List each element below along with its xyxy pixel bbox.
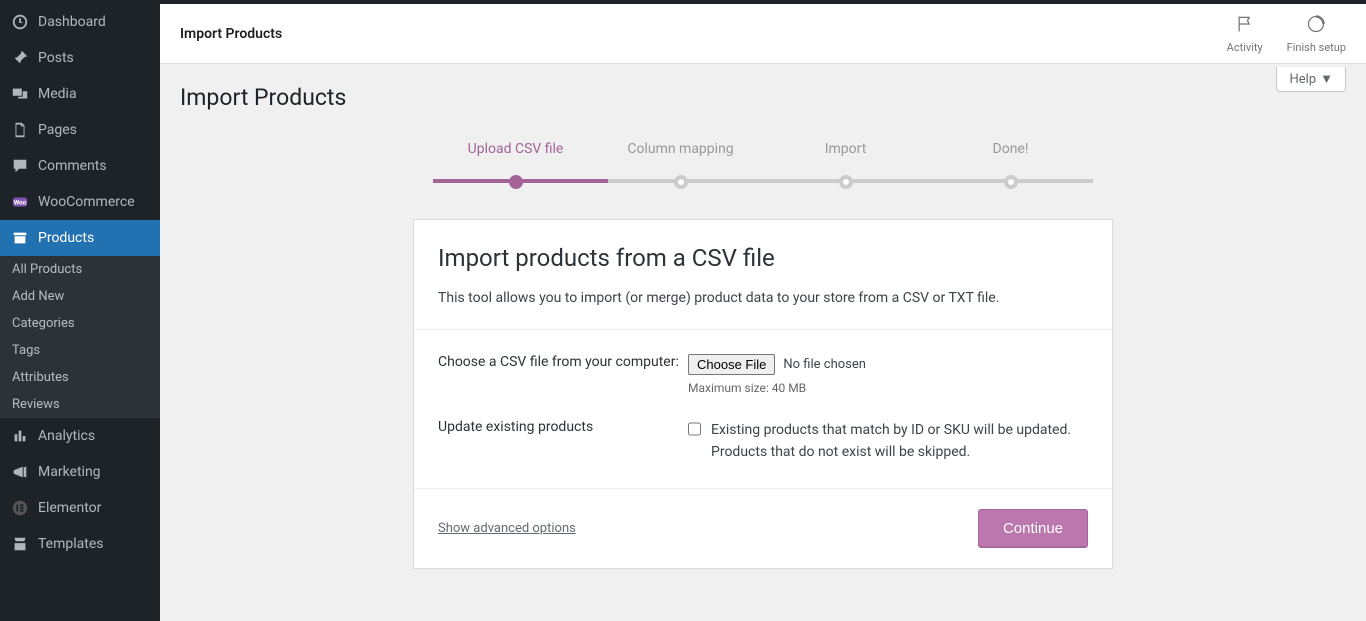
sidebar-label: Pages bbox=[38, 122, 77, 138]
flag-icon bbox=[1235, 14, 1255, 37]
media-icon bbox=[10, 84, 30, 104]
sidebar-item-comments[interactable]: Comments bbox=[0, 148, 160, 184]
card-description: This tool allows you to import (or merge… bbox=[438, 288, 1088, 309]
chart-icon bbox=[10, 426, 30, 446]
sidebar-label: Comments bbox=[38, 158, 107, 174]
finish-setup-button[interactable]: Finish setup bbox=[1287, 14, 1346, 54]
sidebar-label: Products bbox=[38, 230, 94, 246]
sidebar-item-woocommerce[interactable]: Woo WooCommerce bbox=[0, 184, 160, 220]
wc-header-title: Import Products bbox=[180, 26, 282, 42]
help-label: Help bbox=[1289, 72, 1316, 87]
sub-categories[interactable]: Categories bbox=[0, 310, 160, 337]
archive-icon bbox=[10, 228, 30, 248]
sidebar-item-templates[interactable]: Templates bbox=[0, 526, 160, 562]
step-dot-icon bbox=[1004, 175, 1018, 189]
sidebar-item-marketing[interactable]: Marketing bbox=[0, 454, 160, 490]
wc-header: Import Products Activity Finish setup bbox=[160, 4, 1366, 64]
chevron-down-icon: ▼ bbox=[1320, 71, 1333, 87]
sidebar-label: Dashboard bbox=[38, 14, 106, 30]
continue-button[interactable]: Continue bbox=[978, 509, 1088, 548]
step-dot-icon bbox=[674, 175, 688, 189]
choose-file-button[interactable]: Choose File bbox=[688, 354, 775, 375]
templates-icon bbox=[10, 534, 30, 554]
page-title: Import Products bbox=[160, 64, 1366, 121]
step-upload: Upload CSV file bbox=[433, 141, 598, 189]
help-tab[interactable]: Help ▼ bbox=[1276, 67, 1346, 92]
sub-attributes[interactable]: Attributes bbox=[0, 364, 160, 391]
file-status: No file chosen bbox=[783, 357, 866, 372]
sidebar-label: Media bbox=[38, 86, 77, 102]
admin-sidebar: Dashboard Posts Media Pages Comments Woo… bbox=[0, 4, 160, 621]
update-existing-checkbox[interactable] bbox=[688, 421, 701, 437]
step-dot-icon bbox=[839, 175, 853, 189]
svg-text:Woo: Woo bbox=[14, 199, 27, 207]
file-label: Choose a CSV file from your computer: bbox=[438, 354, 688, 395]
main-content: Import Products Activity Finish setup He… bbox=[160, 4, 1366, 621]
sidebar-item-analytics[interactable]: Analytics bbox=[0, 418, 160, 454]
sidebar-item-pages[interactable]: Pages bbox=[0, 112, 160, 148]
sub-reviews[interactable]: Reviews bbox=[0, 391, 160, 418]
step-dot-icon bbox=[509, 175, 523, 189]
card-title: Import products from a CSV file bbox=[438, 244, 1088, 272]
step-label: Upload CSV file bbox=[433, 141, 598, 157]
sidebar-item-dashboard[interactable]: Dashboard bbox=[0, 4, 160, 40]
elementor-icon bbox=[10, 498, 30, 518]
woo-icon: Woo bbox=[10, 192, 30, 212]
step-label: Done! bbox=[928, 141, 1093, 157]
wizard-steps: Upload CSV file Column mapping Import Do… bbox=[413, 141, 1113, 219]
sub-tags[interactable]: Tags bbox=[0, 337, 160, 364]
comment-icon bbox=[10, 156, 30, 176]
megaphone-icon bbox=[10, 462, 30, 482]
sidebar-label: Templates bbox=[38, 536, 104, 552]
max-size-hint: Maximum size: 40 MB bbox=[688, 381, 1088, 395]
pin-icon bbox=[10, 48, 30, 68]
update-label: Update existing products bbox=[438, 419, 688, 464]
sidebar-label: WooCommerce bbox=[38, 194, 135, 210]
sidebar-item-products[interactable]: Products bbox=[0, 220, 160, 256]
sidebar-item-posts[interactable]: Posts bbox=[0, 40, 160, 76]
activity-button[interactable]: Activity bbox=[1227, 14, 1263, 54]
sub-all-products[interactable]: All Products bbox=[0, 256, 160, 283]
import-wizard: Upload CSV file Column mapping Import Do… bbox=[413, 141, 1113, 569]
sidebar-label: Elementor bbox=[38, 500, 101, 516]
sidebar-submenu-products: All Products Add New Categories Tags Att… bbox=[0, 256, 160, 418]
sub-add-new[interactable]: Add New bbox=[0, 283, 160, 310]
step-label: Import bbox=[763, 141, 928, 157]
step-label: Column mapping bbox=[598, 141, 763, 157]
step-mapping: Column mapping bbox=[598, 141, 763, 189]
show-advanced-link[interactable]: Show advanced options bbox=[438, 521, 576, 536]
sidebar-label: Marketing bbox=[38, 464, 101, 480]
sidebar-item-media[interactable]: Media bbox=[0, 76, 160, 112]
step-import: Import bbox=[763, 141, 928, 189]
sidebar-label: Posts bbox=[38, 50, 74, 66]
dashboard-icon bbox=[10, 12, 30, 32]
sidebar-label: Analytics bbox=[38, 428, 95, 444]
finish-label: Finish setup bbox=[1287, 41, 1346, 54]
step-done: Done! bbox=[928, 141, 1093, 189]
sidebar-item-elementor[interactable]: Elementor bbox=[0, 490, 160, 526]
page-icon bbox=[10, 120, 30, 140]
update-description: Existing products that match by ID or SK… bbox=[711, 419, 1088, 464]
import-card: Import products from a CSV file This too… bbox=[413, 219, 1113, 569]
progress-icon bbox=[1306, 14, 1326, 37]
activity-label: Activity bbox=[1227, 41, 1263, 54]
